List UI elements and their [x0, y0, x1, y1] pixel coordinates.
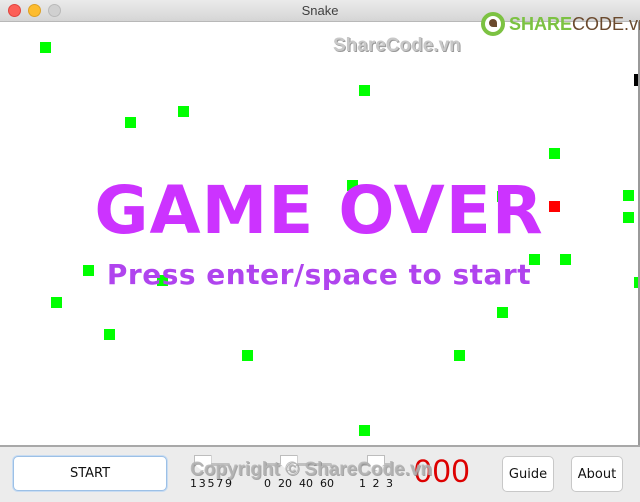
- food-item: [40, 42, 51, 53]
- slider-thumb[interactable]: [193, 455, 212, 471]
- guide-button[interactable]: Guide: [502, 456, 554, 492]
- score-display: 000: [414, 453, 471, 489]
- slider-tick-labels: 1 2 3: [359, 477, 393, 490]
- tick-label: 5: [207, 477, 215, 490]
- level-slider[interactable]: 1 2 3: [359, 455, 393, 497]
- sharecode-logo: SHARE CODE.vn: [481, 10, 640, 38]
- food-count-slider[interactable]: 0 20 40 60: [264, 455, 334, 497]
- game-over-title: GAME OVER: [94, 172, 544, 249]
- tick-label: 7: [216, 477, 224, 490]
- slider-track: [266, 463, 332, 466]
- food-item: [51, 297, 62, 308]
- speed-slider[interactable]: 1 3 5 7 9: [190, 455, 232, 497]
- tick-label: 60: [320, 477, 334, 490]
- food-item: [125, 117, 136, 128]
- food-item: [549, 148, 560, 159]
- tick-label: 3: [386, 477, 393, 490]
- about-button[interactable]: About: [571, 456, 623, 492]
- food-item: [242, 350, 253, 361]
- food-item: [359, 425, 370, 436]
- sharecode-logo-icon: [481, 12, 505, 36]
- food-item: [454, 350, 465, 361]
- game-board[interactable]: ShareCode.vn GAME OVER Press enter/space…: [0, 22, 638, 446]
- food-item: [178, 106, 189, 117]
- tick-label: 1: [190, 477, 197, 490]
- start-prompt: Press enter/space to start: [106, 258, 532, 291]
- slider-thumb[interactable]: [367, 455, 385, 471]
- slider-tick-labels: 0 20 40 60: [264, 477, 334, 490]
- control-panel: START 1 3 5 7 9 0 20 40 60 1 2 3 000 Cop…: [0, 447, 640, 502]
- tick-label: 20: [278, 477, 292, 490]
- food-item: [497, 307, 508, 318]
- tick-label: 2: [372, 477, 380, 490]
- food-item: [359, 85, 370, 96]
- tick-label: 9: [225, 477, 232, 490]
- tick-label: 0: [264, 477, 271, 490]
- watermark-text: ShareCode.vn: [333, 35, 461, 56]
- tick-label: 1: [359, 477, 366, 490]
- slider-tick-labels: 1 3 5 7 9: [190, 477, 232, 490]
- start-button[interactable]: START: [13, 456, 167, 491]
- slider-thumb[interactable]: [279, 455, 298, 471]
- tick-label: 3: [198, 477, 206, 490]
- food-item: [104, 329, 115, 340]
- tick-label: 40: [299, 477, 313, 490]
- logo-code-text: CODE.vn: [572, 13, 640, 34]
- logo-share-text: SHARE: [509, 13, 573, 34]
